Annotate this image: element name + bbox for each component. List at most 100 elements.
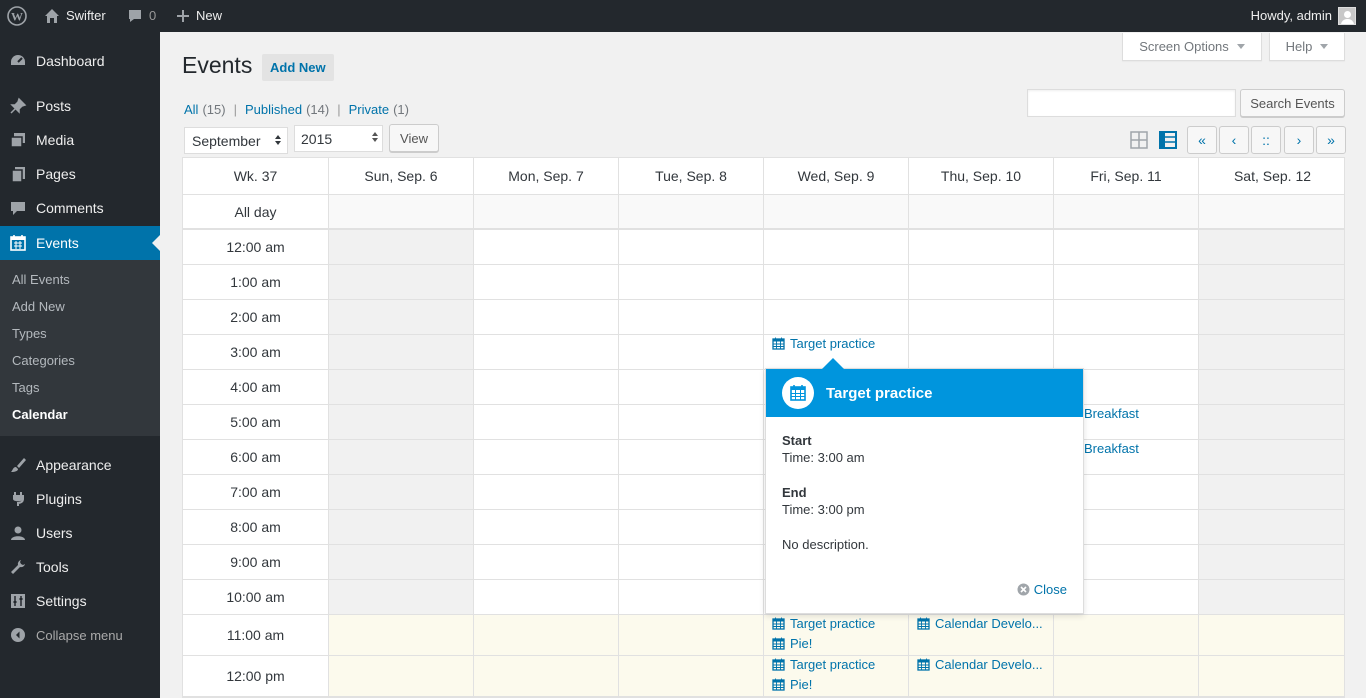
all-day-cell[interactable] bbox=[909, 195, 1054, 230]
time-slot-cell[interactable] bbox=[1199, 510, 1344, 545]
time-slot-cell[interactable] bbox=[1199, 580, 1344, 615]
time-slot-cell[interactable] bbox=[619, 615, 764, 656]
filter-all-link[interactable]: All bbox=[184, 102, 198, 117]
my-account-link[interactable]: Howdy, admin bbox=[1251, 0, 1356, 32]
search-events-button[interactable]: Search Events bbox=[1240, 89, 1345, 117]
time-slot-cell[interactable] bbox=[329, 510, 474, 545]
menu-media[interactable]: Media bbox=[0, 123, 160, 157]
time-slot-cell[interactable] bbox=[1199, 300, 1344, 335]
time-slot-cell[interactable] bbox=[329, 475, 474, 510]
time-slot-cell[interactable] bbox=[1199, 440, 1344, 475]
time-slot-cell[interactable] bbox=[1054, 335, 1199, 370]
collapse-menu-button[interactable]: Collapse menu bbox=[0, 622, 123, 648]
time-slot-cell[interactable] bbox=[1054, 615, 1199, 656]
time-slot-cell[interactable] bbox=[1199, 615, 1344, 656]
menu-events[interactable]: Events bbox=[0, 226, 160, 260]
calendar-event[interactable]: Calendar Develo... bbox=[917, 657, 1043, 672]
time-slot-cell[interactable] bbox=[474, 475, 619, 510]
time-slot-cell[interactable] bbox=[909, 230, 1054, 265]
today-button[interactable]: :: bbox=[1251, 126, 1281, 154]
time-slot-cell[interactable] bbox=[1199, 265, 1344, 300]
search-input[interactable] bbox=[1027, 89, 1236, 117]
time-slot-cell[interactable] bbox=[1199, 335, 1344, 370]
time-slot-cell[interactable] bbox=[764, 230, 909, 265]
time-slot-cell[interactable] bbox=[1199, 656, 1344, 697]
calendar-event[interactable]: Pie! bbox=[772, 677, 812, 692]
month-select[interactable]: September bbox=[184, 127, 288, 154]
filter-private-link[interactable]: Private bbox=[349, 102, 389, 117]
comments-link[interactable]: 0 bbox=[127, 0, 156, 32]
screen-options-button[interactable]: Screen Options bbox=[1122, 33, 1262, 61]
time-slot-cell[interactable] bbox=[619, 405, 764, 440]
time-slot-cell[interactable] bbox=[1199, 475, 1344, 510]
time-slot-cell[interactable] bbox=[329, 265, 474, 300]
next-week-button[interactable]: › bbox=[1284, 126, 1314, 154]
time-slot-cell[interactable] bbox=[329, 405, 474, 440]
time-slot-cell[interactable] bbox=[909, 265, 1054, 300]
time-slot-cell[interactable] bbox=[1199, 230, 1344, 265]
time-slot-cell[interactable] bbox=[1054, 656, 1199, 697]
time-slot-cell[interactable] bbox=[329, 545, 474, 580]
calendar-event[interactable]: Target practice bbox=[772, 657, 875, 672]
time-slot-cell[interactable] bbox=[764, 265, 909, 300]
menu-plugins[interactable]: Plugins bbox=[0, 482, 160, 516]
view-button[interactable]: View bbox=[389, 124, 439, 152]
add-new-button[interactable]: Add New bbox=[262, 54, 334, 81]
time-slot-cell[interactable] bbox=[619, 656, 764, 697]
month-view-icon[interactable] bbox=[1128, 129, 1150, 151]
menu-dashboard[interactable]: Dashboard bbox=[0, 44, 160, 78]
first-page-button[interactable]: « bbox=[1187, 126, 1217, 154]
submenu-all-events[interactable]: All Events bbox=[12, 272, 70, 287]
time-slot-cell[interactable] bbox=[619, 475, 764, 510]
week-view-icon[interactable] bbox=[1157, 129, 1179, 151]
time-slot-cell[interactable] bbox=[619, 335, 764, 370]
site-name-link[interactable]: Swifter bbox=[44, 0, 106, 32]
time-slot-cell[interactable] bbox=[329, 656, 474, 697]
close-button[interactable]: Close bbox=[1017, 582, 1067, 597]
all-day-cell[interactable] bbox=[1054, 195, 1199, 230]
submenu-categories[interactable]: Categories bbox=[12, 353, 75, 368]
all-day-cell[interactable] bbox=[474, 195, 619, 230]
time-slot-cell[interactable] bbox=[474, 440, 619, 475]
time-slot-cell[interactable] bbox=[474, 656, 619, 697]
submenu-calendar[interactable]: Calendar bbox=[12, 407, 68, 422]
time-slot-cell[interactable] bbox=[329, 615, 474, 656]
menu-pages[interactable]: Pages bbox=[0, 157, 160, 191]
time-slot-cell[interactable] bbox=[619, 370, 764, 405]
time-slot-cell[interactable] bbox=[474, 265, 619, 300]
wordpress-logo-icon[interactable]: W bbox=[7, 0, 27, 32]
time-slot-cell[interactable] bbox=[1054, 230, 1199, 265]
all-day-cell[interactable] bbox=[329, 195, 474, 230]
time-slot-cell[interactable] bbox=[909, 300, 1054, 335]
time-slot-cell[interactable] bbox=[1199, 370, 1344, 405]
time-slot-cell[interactable] bbox=[474, 300, 619, 335]
year-stepper[interactable]: 2015 bbox=[294, 125, 383, 152]
time-slot-cell[interactable] bbox=[474, 545, 619, 580]
new-content-link[interactable]: New bbox=[176, 0, 222, 32]
time-slot-cell[interactable] bbox=[764, 300, 909, 335]
submenu-add-new[interactable]: Add New bbox=[12, 299, 65, 314]
time-slot-cell[interactable] bbox=[329, 230, 474, 265]
all-day-cell[interactable] bbox=[1199, 195, 1344, 230]
time-slot-cell[interactable] bbox=[474, 370, 619, 405]
time-slot-cell[interactable] bbox=[1054, 300, 1199, 335]
time-slot-cell[interactable] bbox=[474, 405, 619, 440]
time-slot-cell[interactable] bbox=[619, 440, 764, 475]
menu-comments[interactable]: Comments bbox=[0, 191, 160, 225]
time-slot-cell[interactable] bbox=[619, 300, 764, 335]
menu-tools[interactable]: Tools bbox=[0, 550, 160, 584]
calendar-event[interactable]: Target practice bbox=[772, 336, 875, 351]
all-day-cell[interactable] bbox=[619, 195, 764, 230]
time-slot-cell[interactable] bbox=[329, 335, 474, 370]
prev-week-button[interactable]: ‹ bbox=[1219, 126, 1249, 154]
time-slot-cell[interactable] bbox=[619, 580, 764, 615]
time-slot-cell[interactable] bbox=[1199, 545, 1344, 580]
time-slot-cell[interactable] bbox=[909, 335, 1054, 370]
time-slot-cell[interactable] bbox=[1199, 405, 1344, 440]
time-slot-cell[interactable] bbox=[1054, 265, 1199, 300]
time-slot-cell[interactable] bbox=[329, 440, 474, 475]
help-button[interactable]: Help bbox=[1269, 33, 1345, 61]
calendar-event[interactable]: Target practice bbox=[772, 616, 875, 631]
time-slot-cell[interactable] bbox=[619, 545, 764, 580]
time-slot-cell[interactable] bbox=[474, 510, 619, 545]
